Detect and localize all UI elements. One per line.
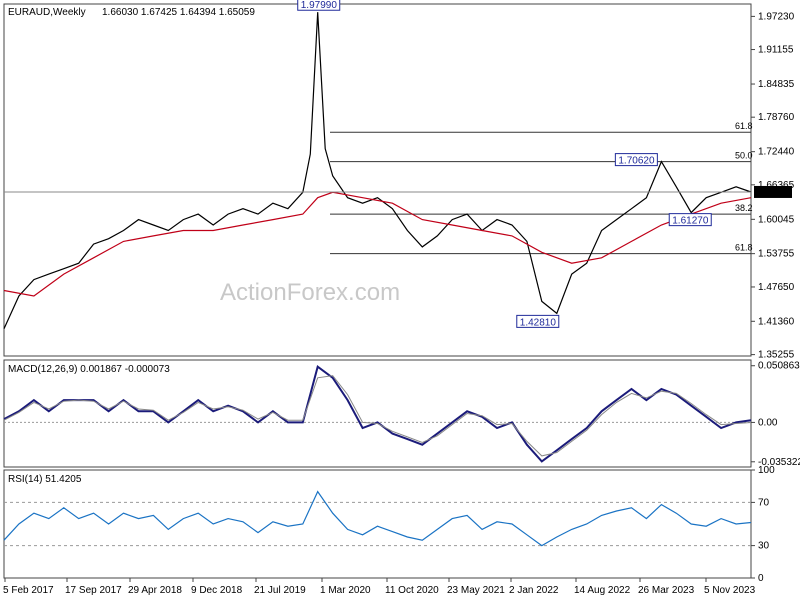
fib-label-2: 38.2 [735, 203, 753, 213]
price-y-tick-9: 1.41360 [758, 316, 795, 327]
price-y-tick-1: 1.91155 [758, 45, 794, 56]
price-y-tick-5: 1.66365 [758, 180, 795, 191]
x-tick-11: 5 Nov 2023 [704, 585, 756, 596]
x-tick-3: 9 Dec 2018 [191, 585, 243, 596]
price-y-tick-4: 1.72440 [758, 147, 795, 158]
price-label-text-3: 1.42810 [520, 317, 557, 328]
chart-svg: EURAUD,Weekly 1.66030 1.67425 1.64394 1.… [0, 0, 800, 600]
chart-root: EURAUD,Weekly 1.66030 1.67425 1.64394 1.… [0, 0, 800, 600]
x-tick-2: 29 Apr 2018 [128, 585, 182, 596]
price-y-tick-3: 1.78760 [758, 112, 795, 123]
price-y-tick-10: 1.35255 [758, 350, 795, 361]
price-y-tick-2: 1.84835 [758, 79, 795, 90]
price-label-text-0: 1.97990 [301, 0, 338, 11]
price-y-tick-8: 1.47650 [758, 282, 795, 293]
header-ohlc: 1.66030 1.67425 1.64394 1.65059 [102, 7, 255, 18]
rsi-y-tick-1: 70 [758, 497, 770, 508]
x-tick-5: 1 Mar 2020 [320, 585, 371, 596]
rsi-title: RSI(14) 51.4205 [8, 474, 82, 485]
fib-label-3: 61.8 [735, 243, 753, 253]
watermark: ActionForex.com [220, 279, 400, 306]
macd-title: MACD(12,26,9) 0.001867 -0.000073 [8, 364, 170, 375]
x-tick-10: 26 Mar 2023 [638, 585, 695, 596]
x-tick-1: 17 Sep 2017 [65, 585, 122, 596]
rsi-y-tick-2: 30 [758, 541, 770, 552]
price-y-tick-7: 1.53755 [758, 249, 795, 260]
price-y-tick-0: 1.97230 [758, 11, 795, 22]
x-tick-4: 21 Jul 2019 [254, 585, 306, 596]
price-label-text-2: 1.61270 [672, 216, 709, 227]
x-tick-6: 11 Oct 2020 [385, 585, 439, 596]
x-tick-8: 2 Jan 2022 [509, 585, 559, 596]
macd-y-tick-0: 0.050863 [758, 361, 800, 372]
price-y-tick-6: 1.60045 [758, 214, 795, 225]
rsi-y-tick-0: 100 [758, 465, 775, 476]
header-title: EURAUD,Weekly [8, 7, 86, 18]
macd-y-tick-1: 0.00 [758, 417, 778, 428]
rsi-y-tick-3: 0 [758, 573, 764, 584]
x-tick-7: 23 May 2021 [447, 585, 505, 596]
x-tick-9: 14 Aug 2022 [574, 585, 631, 596]
fib-label-1: 50.0 [735, 151, 753, 161]
fib-label-0: 61.8 [735, 121, 753, 131]
price-label-text-1: 1.70620 [618, 156, 655, 167]
x-tick-0: 5 Feb 2017 [3, 585, 54, 596]
